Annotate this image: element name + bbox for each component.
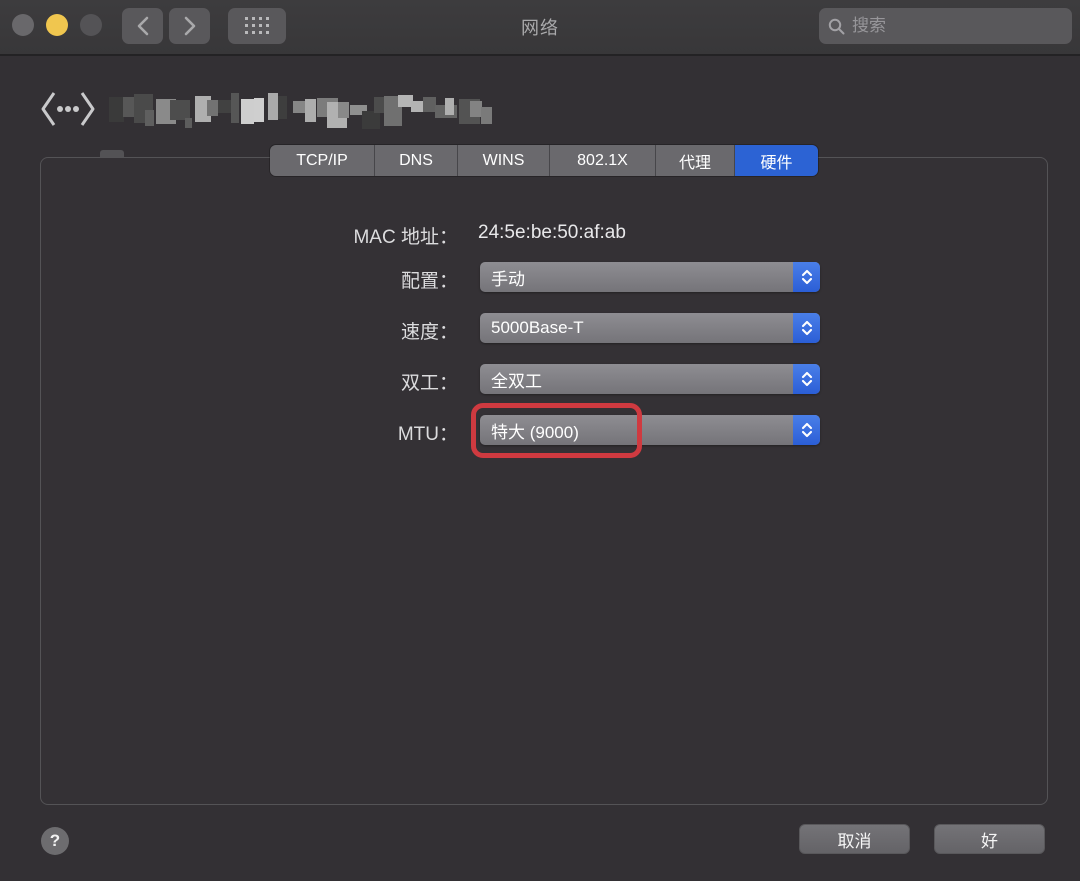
stepper-chevrons-icon (793, 262, 820, 292)
hardware-settings-panel (40, 157, 1048, 805)
speed-dropdown-value: 5000Base-T (480, 318, 793, 338)
stepper-chevrons-icon (793, 313, 820, 343)
configure-label: 配置： (0, 266, 458, 293)
configure-dropdown-value: 手动 (480, 265, 793, 290)
interface-header (40, 86, 500, 132)
speed-dropdown[interactable]: 5000Base-T (480, 313, 820, 343)
tab-bar: TCP/IP DNS WINS 802.1X 代理 硬件 (270, 145, 818, 176)
redacted-interface-name (108, 87, 500, 131)
tab-8021x[interactable]: 802.1X (550, 145, 656, 176)
mac-address-label: MAC 地址： (0, 222, 458, 249)
search-input[interactable] (852, 16, 1063, 36)
tab-tcpip[interactable]: TCP/IP (270, 145, 375, 176)
tab-proxy[interactable]: 代理 (656, 145, 735, 176)
mtu-label: MTU： (0, 419, 458, 446)
duplex-dropdown-value: 全双工 (480, 367, 793, 392)
cancel-button[interactable]: 取消 (799, 824, 910, 854)
duplex-label: 双工： (0, 368, 458, 395)
speed-label: 速度： (0, 317, 458, 344)
help-button[interactable]: ? (41, 827, 69, 855)
duplex-dropdown[interactable]: 全双工 (480, 364, 820, 394)
mtu-dropdown[interactable]: 特大 (9000) (480, 415, 820, 445)
ethernet-interface-icon (40, 90, 96, 128)
tab-dns[interactable]: DNS (375, 145, 458, 176)
stepper-chevrons-icon (793, 415, 820, 445)
ok-button[interactable]: 好 (934, 824, 1045, 854)
search-icon (828, 18, 845, 35)
configure-dropdown[interactable]: 手动 (480, 262, 820, 292)
mac-address-value: 24:5e:be:50:af:ab (478, 222, 626, 244)
titlebar: 网络 (0, 0, 1080, 56)
tab-hardware[interactable]: 硬件 (735, 145, 818, 176)
tab-wins[interactable]: WINS (458, 145, 550, 176)
search-field[interactable] (819, 8, 1072, 44)
stepper-chevrons-icon (793, 364, 820, 394)
mtu-dropdown-value: 特大 (9000) (480, 418, 793, 443)
network-preferences-window: 网络 TCP/IP DNS WINS 802.1X 代理 硬件 MAC 地 (0, 0, 1080, 881)
